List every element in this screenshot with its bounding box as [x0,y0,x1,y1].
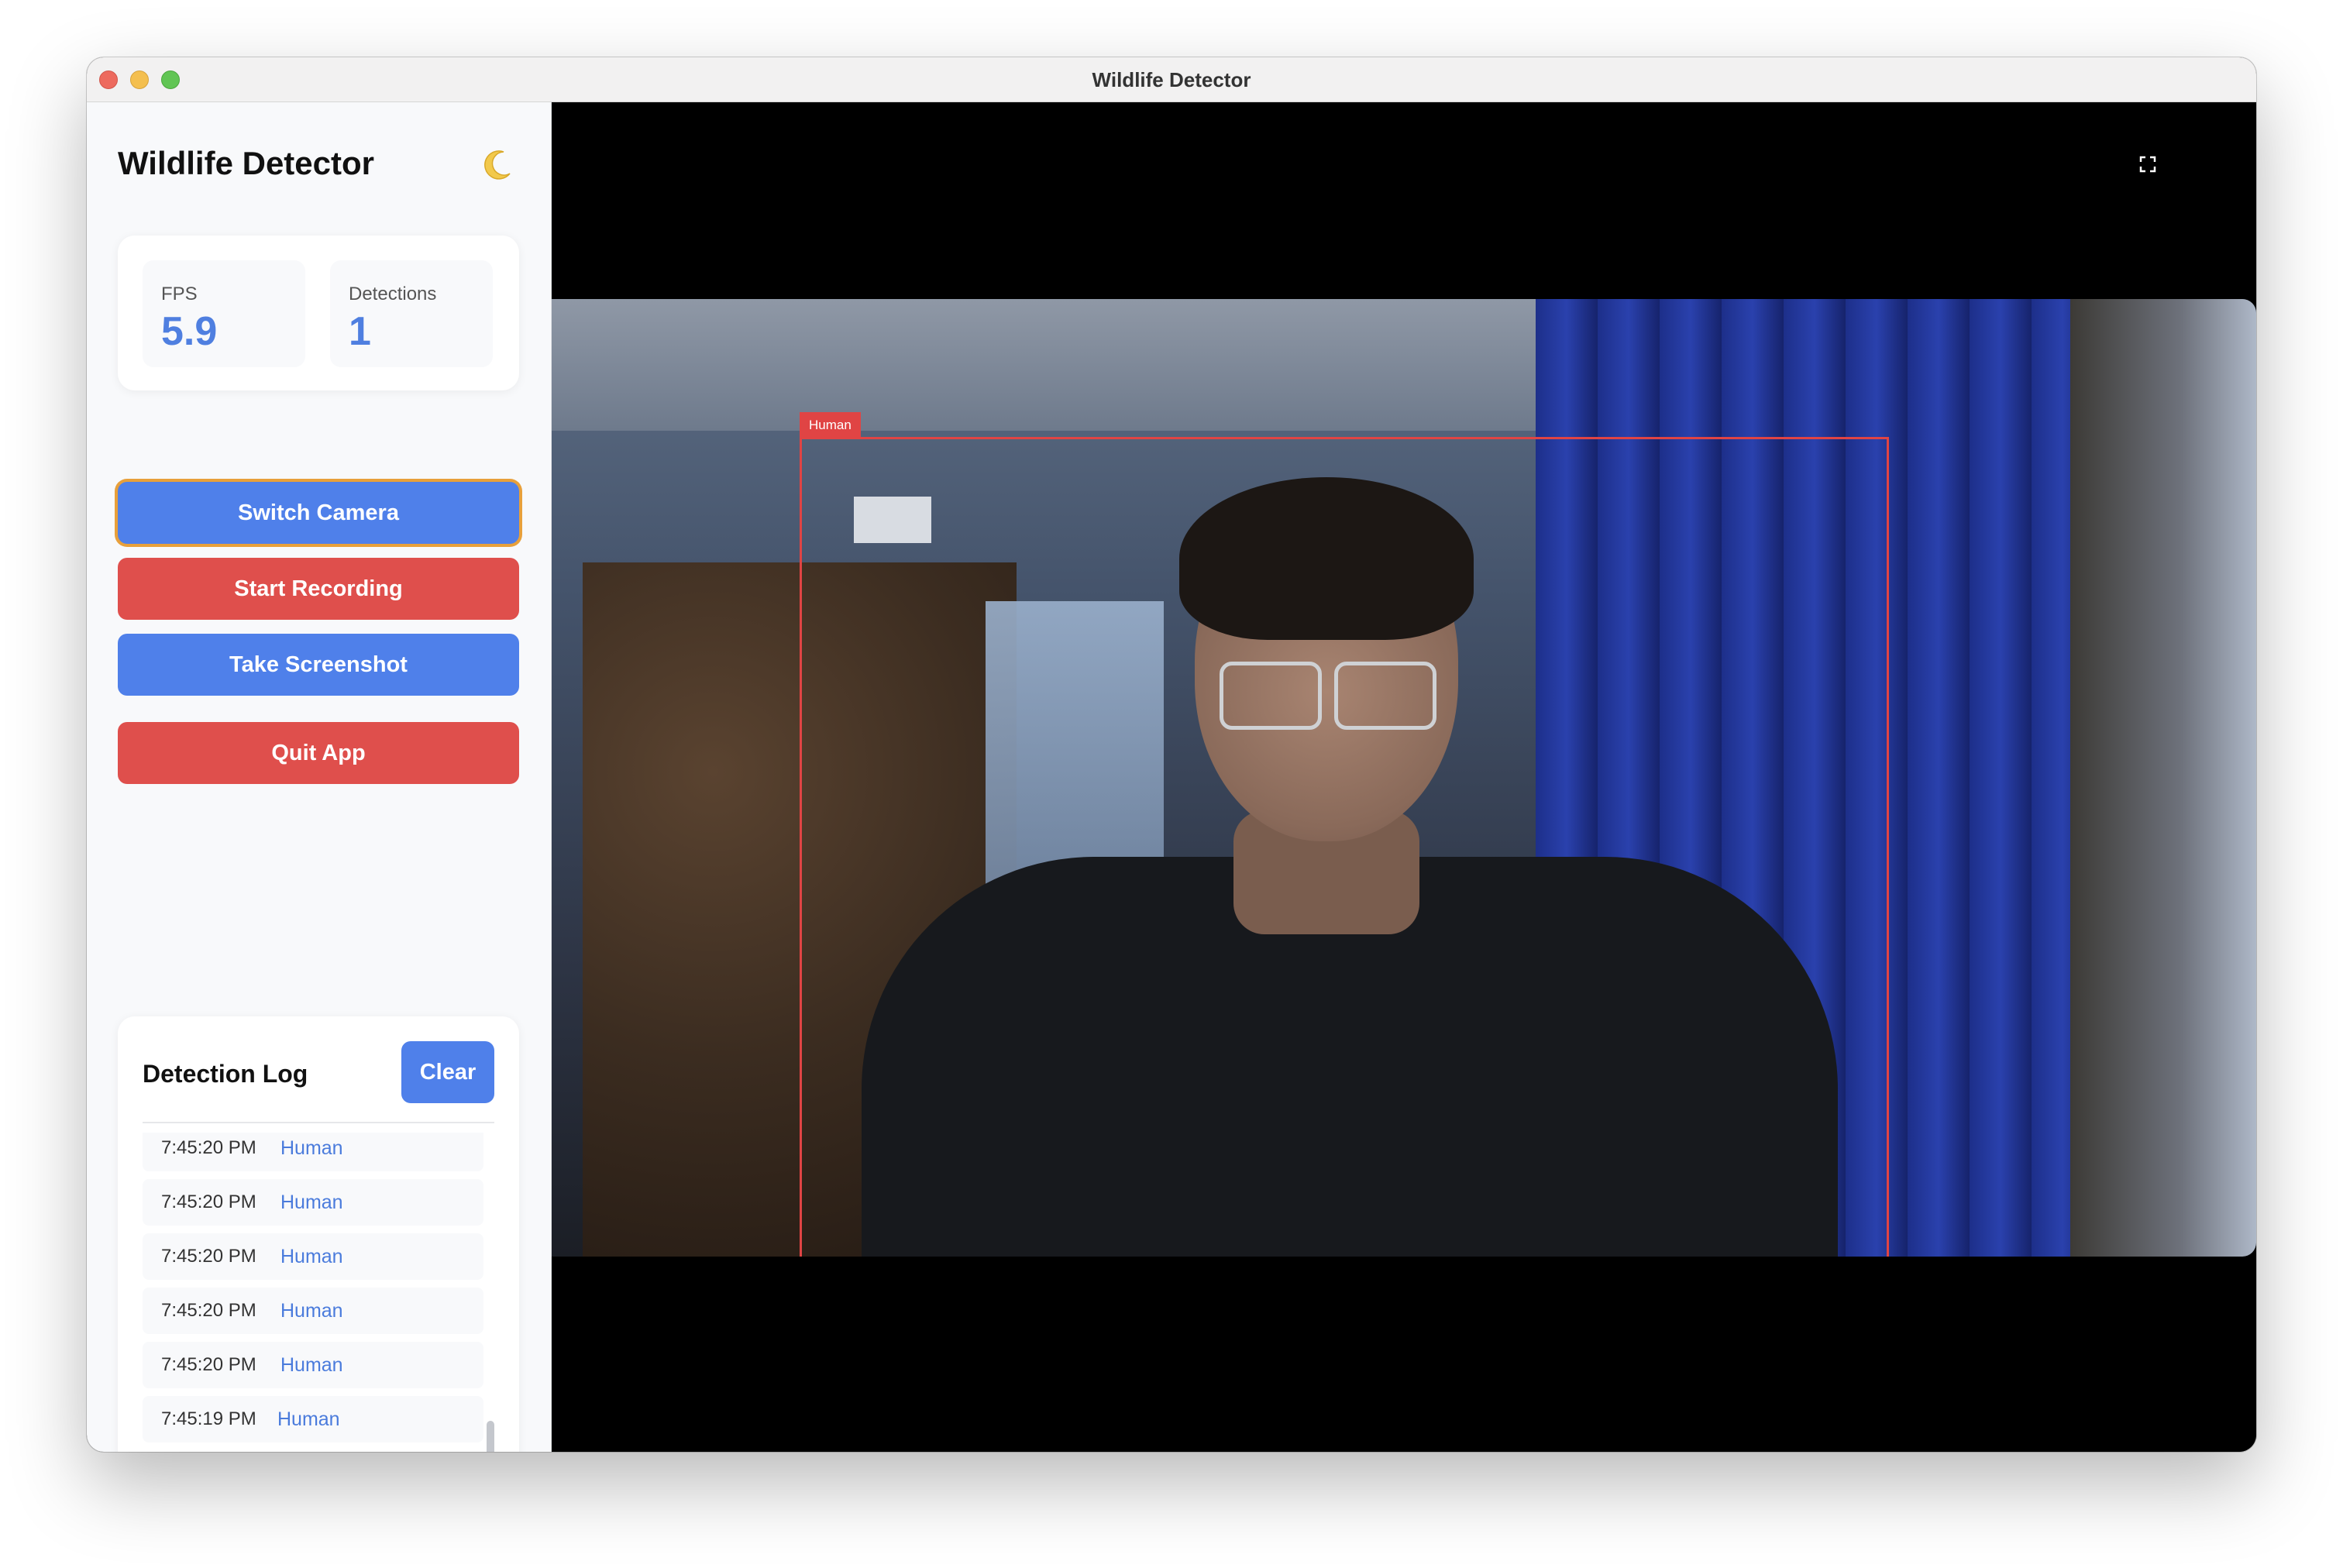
log-entry-label: Human [280,1246,343,1267]
detections-stat: Detections 1 [330,260,493,367]
log-entry-time: 7:45:20 PM [161,1137,256,1158]
sidebar: Wildlife Detector FPS 5.9 Detections 1 S… [87,102,552,1452]
log-entry: 7:45:19 PM Human [143,1396,483,1442]
log-entry-time: 7:45:20 PM [161,1300,256,1321]
fullscreen-button[interactable] [2132,149,2163,180]
take-screenshot-button[interactable]: Take Screenshot [118,634,519,696]
video-area: Human [552,102,2256,1452]
scene-ceiling [552,299,1559,431]
fps-stat: FPS 5.9 [143,260,305,367]
log-entry-label: Human [280,1300,343,1322]
stats-card: FPS 5.9 Detections 1 [118,236,519,390]
camera-feed: Human [552,299,2256,1257]
clear-log-button[interactable]: Clear [401,1041,494,1103]
detection-log-list[interactable]: 7:45:20 PM Human 7:45:20 PM Human 7:45:2… [143,1133,483,1452]
log-entry: 7:45:20 PM Human [143,1288,483,1334]
log-entry-time: 7:45:19 PM [161,1408,256,1429]
scene-window-edge [2070,299,2256,1257]
log-entry-time: 7:45:20 PM [161,1354,256,1375]
log-entry: 7:45:20 PM Human [143,1133,483,1171]
window-title: Wildlife Detector [1092,68,1251,91]
moon-icon [484,150,511,180]
detection-box-label: Human [800,412,861,438]
fullscreen-icon [2139,156,2156,173]
detections-value: 1 [349,309,371,354]
fps-value: 5.9 [161,309,218,354]
log-entry-label: Human [277,1408,340,1430]
app-window: Wildlife Detector Wildlife Detector FPS … [87,57,2256,1452]
fps-label: FPS [161,284,198,304]
log-entry-time: 7:45:20 PM [161,1191,256,1212]
log-entry: 7:45:20 PM Human [143,1342,483,1388]
switch-camera-button[interactable]: Switch Camera [118,482,519,544]
app-title: Wildlife Detector [118,145,374,181]
log-entry-label: Human [280,1191,343,1213]
start-recording-button[interactable]: Start Recording [118,558,519,620]
log-entry: 7:45:20 PM Human [143,1233,483,1280]
theme-toggle-button[interactable] [474,141,521,187]
log-entry: 7:45:20 PM Human [143,1179,483,1226]
log-scrollbar[interactable] [487,1421,494,1452]
log-entry-label: Human [280,1137,343,1159]
detection-log-card: Detection Log Clear 7:45:20 PM Human 7:4… [118,1016,519,1452]
log-entry-time: 7:45:20 PM [161,1246,256,1267]
title-bar: Wildlife Detector [87,57,2256,102]
detections-label: Detections [349,284,437,304]
detection-log-title: Detection Log [143,1060,308,1088]
log-divider [143,1122,494,1123]
log-entry-label: Human [280,1354,343,1376]
quit-app-button[interactable]: Quit App [118,722,519,784]
detection-bounding-box [800,437,1889,1257]
